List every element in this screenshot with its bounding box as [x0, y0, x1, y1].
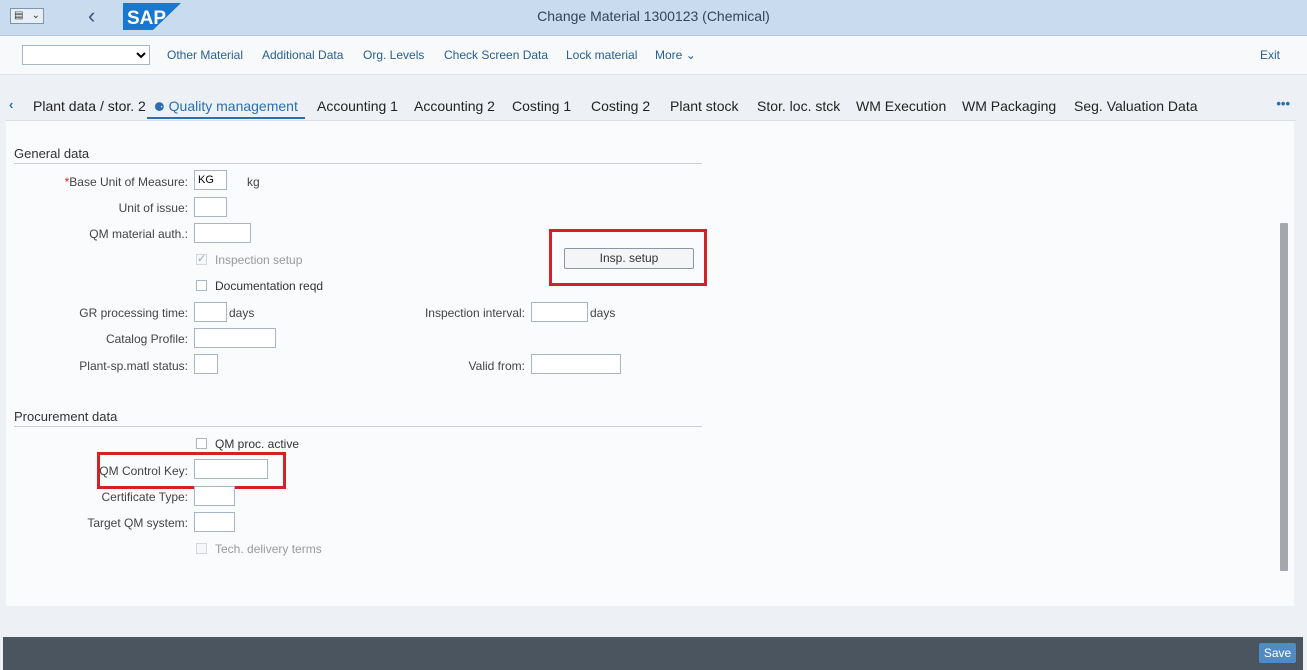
base-uom-label-text: Base Unit of Measure:: [69, 175, 188, 189]
tab-costing-1[interactable]: Costing 1: [512, 98, 571, 114]
other-material-button[interactable]: Other Material: [167, 48, 243, 62]
exit-button[interactable]: Exit: [1260, 48, 1280, 62]
inspection-interval-unit: days: [590, 306, 616, 320]
certificate-type-input[interactable]: [194, 486, 235, 506]
qm-material-auth-input[interactable]: [194, 223, 251, 243]
valid-from-label: Valid from:: [468, 359, 525, 373]
qm-proc-active-label: QM proc. active: [215, 437, 300, 451]
qm-material-auth-label: QM material auth.:: [89, 227, 188, 241]
tab-label: Quality management: [168, 98, 298, 114]
tech-delivery-terms-checkbox: [196, 543, 207, 554]
catalog-profile-label: Catalog Profile:: [105, 332, 188, 346]
svg-text:SAP: SAP: [127, 8, 166, 29]
tab-plant-data-stor-2[interactable]: Plant data / stor. 2: [33, 98, 146, 114]
save-button[interactable]: Save: [1259, 643, 1296, 663]
inspection-interval-label: Inspection interval:: [424, 306, 525, 320]
unit-of-issue-label: Unit of issue:: [118, 201, 188, 215]
active-tab-indicator: [147, 117, 305, 119]
gr-processing-time-input[interactable]: [194, 302, 227, 322]
tech-delivery-terms-label: Tech. delivery terms: [215, 542, 322, 556]
shell-bar: ▤ ⌄ ‹ SAP Change Material 1300123 (Chemi…: [0, 0, 1307, 36]
plant-sp-matl-status-input[interactable]: [194, 354, 218, 374]
inspection-setup-label: Inspection setup: [215, 253, 303, 267]
base-uom-unit: kg: [247, 175, 260, 189]
menu-button[interactable]: ▤ ⌄: [10, 8, 44, 24]
highlight-qm-control-key: [97, 452, 286, 489]
catalog-profile-input[interactable]: [194, 328, 276, 348]
sap-logo: SAP: [123, 3, 181, 30]
chevron-down-icon: ⌄: [685, 48, 696, 62]
tab-costing-2[interactable]: Costing 2: [591, 98, 650, 114]
tab-accounting-1[interactable]: Accounting 1: [317, 98, 398, 114]
gr-processing-time-unit: days: [229, 306, 255, 320]
tab-scroll-left-icon[interactable]: ‹: [9, 97, 13, 112]
valid-from-input[interactable]: [531, 354, 621, 374]
tab-accounting-2[interactable]: Accounting 2: [414, 98, 495, 114]
vertical-scrollbar[interactable]: [1280, 223, 1288, 571]
certificate-type-label: Certificate Type:: [101, 490, 188, 504]
section-divider: [14, 426, 702, 427]
target-qm-system-input[interactable]: [194, 512, 235, 532]
chevron-down-icon: ⌄: [31, 10, 40, 21]
inspection-interval-input[interactable]: [531, 302, 588, 322]
tab-plant-stock[interactable]: Plant stock: [670, 98, 738, 114]
general-data-title: General data: [14, 146, 90, 161]
tab-bar: ‹ Plant data / stor. 2 ⚈ Quality managem…: [6, 90, 1296, 121]
tab-stor-loc-stck[interactable]: Stor. loc. stck: [757, 98, 840, 114]
more-label: More: [655, 48, 683, 62]
base-uom-input[interactable]: KG: [194, 170, 227, 190]
check-icon: ✓: [197, 253, 207, 265]
base-uom-label: *Base Unit of Measure:: [60, 175, 188, 189]
more-button[interactable]: More ⌄: [655, 48, 696, 62]
lock-material-button[interactable]: Lock material: [566, 48, 637, 62]
overflow-icon[interactable]: •••: [1276, 96, 1290, 111]
qm-proc-active-checkbox[interactable]: [196, 438, 207, 449]
section-divider: [14, 163, 702, 164]
quality-icon: ⚈: [154, 100, 165, 114]
footer-bar: Save: [3, 637, 1303, 670]
gr-processing-time-label: GR processing time:: [79, 306, 188, 320]
highlight-insp-setup: [549, 229, 707, 286]
menu-list-icon: ▤: [14, 10, 24, 21]
documentation-reqd-checkbox[interactable]: [196, 280, 207, 291]
additional-data-button[interactable]: Additional Data: [262, 48, 343, 62]
check-screen-data-button[interactable]: Check Screen Data: [444, 48, 548, 62]
tab-wm-packaging[interactable]: WM Packaging: [962, 98, 1056, 114]
tab-wm-execution[interactable]: WM Execution: [856, 98, 946, 114]
plant-sp-matl-status-label: Plant-sp.matl status:: [79, 359, 188, 373]
inspection-setup-checkbox: ✓: [196, 253, 207, 265]
unit-of-issue-input[interactable]: [194, 197, 227, 217]
toolbar: Other Material Additional Data Org. Leve…: [0, 36, 1307, 75]
page-title: Change Material 1300123 (Chemical): [537, 8, 770, 24]
documentation-reqd-label: Documentation reqd: [215, 279, 324, 293]
action-select[interactable]: [22, 45, 150, 65]
tab-quality-management[interactable]: ⚈ Quality management: [154, 98, 298, 114]
back-button[interactable]: ‹: [88, 4, 95, 28]
procurement-data-title: Procurement data: [14, 409, 118, 424]
target-qm-system-label: Target QM system:: [87, 516, 188, 530]
org-levels-button[interactable]: Org. Levels: [363, 48, 424, 62]
tab-seg-valuation-data[interactable]: Seg. Valuation Data: [1074, 98, 1198, 114]
